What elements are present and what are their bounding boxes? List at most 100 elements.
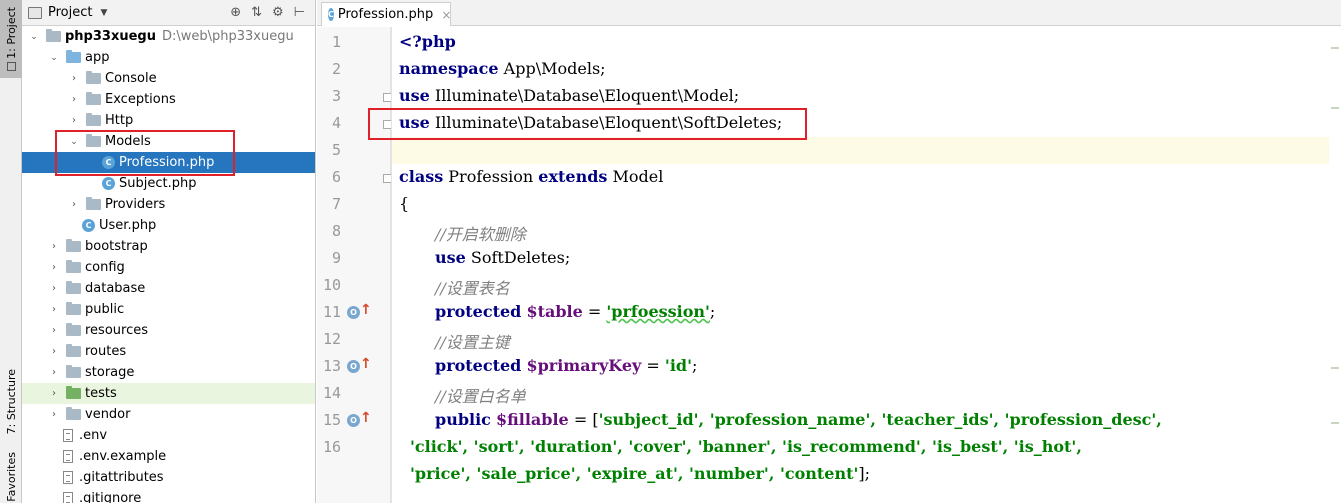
chevron-right-icon[interactable]: › [68,94,80,105]
project-tool-tab[interactable]: 1: Project [0,0,22,78]
override-marker-icon[interactable]: O [347,306,360,319]
code-line-10: //设置表名 [435,275,510,299]
keyword-namespace: namespace [399,59,499,78]
override-marker-icon[interactable]: O [347,414,360,427]
chevron-right-icon[interactable]: › [48,388,60,399]
chevron-right-icon[interactable]: › [48,262,60,273]
tree-item[interactable]: › bootstrap [22,236,315,257]
editor-tab-bar: C Profession.php × [317,0,1341,26]
code-line-3: use Illuminate\Database\Eloquent\Model; [399,86,739,105]
override-marker-icon[interactable]: O [347,360,360,373]
override-arrow-icon[interactable]: ↑ [360,410,372,426]
fillable-items-3: 'price', 'sale_price', 'expire_at', 'num… [410,464,859,483]
comment-primary-key: //设置主键 [435,333,510,352]
chevron-right-icon[interactable]: › [68,73,80,84]
chevron-right-icon[interactable]: › [68,115,80,126]
collapse-all-icon[interactable]: ⇅ [251,5,262,20]
code-line-2: namespace App\Models; [399,59,606,78]
tree-item[interactable]: .env.example [22,446,315,467]
override-arrow-icon[interactable]: ↑ [360,356,372,372]
class-name: Profession [443,167,539,186]
tree-item[interactable]: › resources [22,320,315,341]
folder-icon [66,239,81,252]
chevron-down-icon[interactable]: ▼ [100,8,107,18]
line-number: 1 [331,33,341,51]
tree-item[interactable]: › routes [22,341,315,362]
line-number: 12 [322,330,341,348]
settings-gear-icon[interactable]: ⚙ [272,5,284,20]
tree-item[interactable]: › Http [22,110,315,131]
string-primary-key-value: 'id' [664,356,692,375]
chevron-right-icon[interactable]: › [48,241,60,252]
project-path: D:\web\php33xuegu [161,29,294,44]
chevron-right-icon[interactable]: › [68,199,80,210]
structure-tool-tab-label: 7: Structure [4,369,18,435]
chevron-right-icon[interactable]: › [48,346,60,357]
tree-item[interactable]: C Subject.php [22,173,315,194]
tree-item[interactable]: › storage [22,362,315,383]
keyword-use: use [435,248,466,267]
folder-icon [66,50,81,63]
tree-item[interactable]: ⌄ php33xuegu D:\web\php33xuegu [22,26,315,47]
tree-item[interactable]: .env [22,425,315,446]
chevron-right-icon[interactable]: › [48,367,60,378]
folder-icon [66,386,81,399]
locate-file-icon[interactable]: ⊕ [230,5,241,20]
line-number: 10 [322,276,341,294]
folder-icon [86,92,101,105]
assign-operator: = [582,302,607,321]
line-number: 11 [322,303,341,321]
chevron-down-icon[interactable]: ⌄ [48,53,60,63]
close-icon[interactable]: × [441,8,451,22]
tree-item[interactable]: › vendor [22,404,315,425]
tree-item[interactable]: › database [22,278,315,299]
scroll-marker [1331,422,1339,424]
php-class-icon: C [102,177,115,190]
chevron-right-icon[interactable]: › [48,325,60,336]
keyword-use: use [399,86,430,105]
line-number: 13 [322,357,341,375]
tree-item[interactable]: › Exceptions [22,89,315,110]
code-line-6: class Profession extends Model [399,167,663,186]
editor-scrollbar[interactable] [1329,27,1341,503]
code-line-7: { [399,194,409,213]
tree-item[interactable]: .gitignore [22,488,315,503]
structure-tool-tab[interactable]: 7: Structure [0,362,22,442]
keyword-class: class [399,167,444,186]
keyword-extends: extends [538,167,608,186]
tree-item[interactable]: › config [22,257,315,278]
chevron-right-icon[interactable]: › [48,409,60,420]
tree-item-label: config [85,260,125,275]
tab-profession-php[interactable]: C Profession.php × [321,2,451,26]
open-brace: { [399,194,410,213]
project-panel-title[interactable]: Project [48,5,92,20]
tree-item[interactable]: › tests [22,383,315,404]
tree-item[interactable]: › public [22,299,315,320]
folder-icon [66,260,81,273]
tree-item[interactable]: ⌄ app [22,47,315,68]
hide-panel-icon[interactable]: ⊢ [294,5,305,20]
chevron-right-icon[interactable]: › [48,304,60,315]
current-line-highlight [392,137,1341,164]
chevron-right-icon[interactable]: › [48,283,60,294]
semicolon: ; [709,302,716,321]
chevron-down-icon[interactable]: ⌄ [28,32,40,42]
tree-item-label: routes [85,344,127,359]
project-view-icon [28,6,42,19]
project-tool-icon [6,61,16,71]
tree-item[interactable]: › Console [22,68,315,89]
code-line-15: public $fillable = ['subject_id', 'profe… [435,410,1162,429]
override-arrow-icon[interactable]: ↑ [360,302,372,318]
property-table: $table [526,302,583,321]
tool-window-strip: 1: Project 7: Structure Favorites [0,0,22,503]
line-number: 6 [331,168,341,186]
tree-item[interactable]: C User.php [22,215,315,236]
project-tool-tab-label: 1: Project [4,7,18,59]
line-number: 14 [322,384,341,402]
tree-item[interactable]: › Providers [22,194,315,215]
folder-icon [66,302,81,315]
favorites-tool-tab[interactable]: Favorites [0,452,22,503]
editor-area: C Profession.php × 1 2 3 4 5 6 7 8 9 10 11 12 13 14 15… [317,0,1341,503]
line-number: 16 [322,438,341,456]
tree-item[interactable]: .gitattributes [22,467,315,488]
